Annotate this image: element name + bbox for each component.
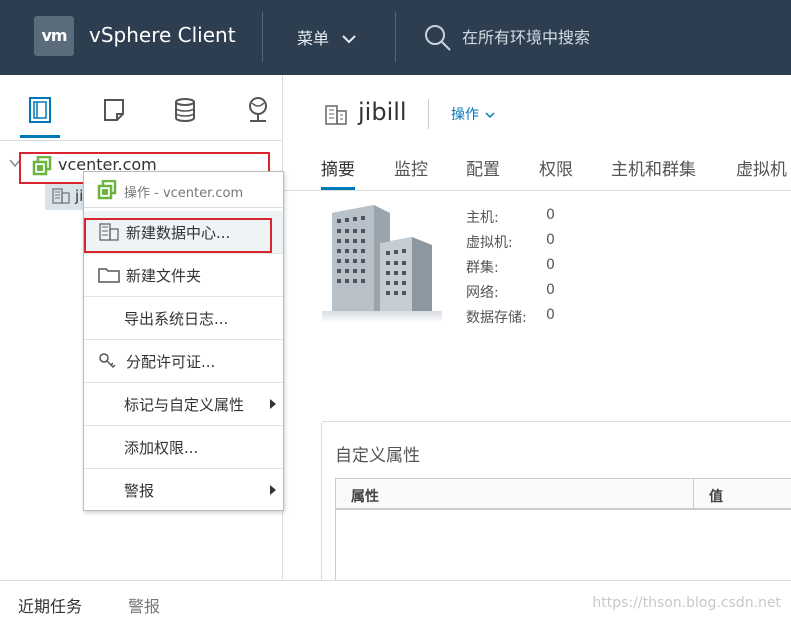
vm-logo[interactable]: vm (34, 16, 74, 56)
stat-label: 数据存储: (466, 310, 527, 326)
stat-label: 虚拟机: (466, 235, 513, 251)
app-title[interactable]: vSphere Client (89, 23, 236, 47)
context-menu-header: 操作 - vcenter.com (84, 172, 283, 208)
stat-label: 主机: (466, 210, 499, 226)
menu-item-label: 分配许可证... (126, 353, 216, 371)
tab-hosts-clusters[interactable]: 主机和群集 (611, 155, 696, 180)
search-icon (425, 25, 451, 51)
tab-summary[interactable]: 摘要 (321, 155, 355, 190)
stat-value: 0 (546, 282, 555, 298)
tree-item-datacenter[interactable]: ji (45, 182, 85, 210)
menu-item-tags-attributes[interactable]: 标记与自定义属性 (84, 383, 283, 426)
networking-icon[interactable] (243, 95, 273, 125)
menu-item-assign-license[interactable]: 分配许可证... (84, 340, 283, 383)
submenu-arrow-icon (270, 399, 276, 409)
stat-label: 网络: (466, 285, 499, 301)
column-divider[interactable] (693, 479, 694, 509)
menu-item-label: 标记与自定义属性 (124, 396, 245, 414)
menu-item-label: 导出系统日志... (124, 310, 229, 328)
menu-button[interactable]: 菜单 (297, 25, 356, 49)
search-input[interactable] (462, 25, 782, 49)
stat-value: 0 (546, 257, 555, 273)
tab-recent-tasks[interactable]: 近期任务 (18, 593, 82, 617)
license-icon (99, 353, 116, 369)
menu-item-alarms[interactable]: 警报 (84, 469, 283, 512)
menu-item-label: 添加权限... (124, 439, 199, 457)
object-tabs: 摘要 监控 配置 权限 主机和群集 虚拟机 (284, 151, 791, 191)
vcenter-icon (97, 180, 117, 200)
tab-monitor[interactable]: 监控 (394, 155, 428, 180)
datacenter-icon (325, 105, 347, 125)
column-header-value[interactable]: 值 (709, 486, 723, 506)
submenu-arrow-icon (270, 485, 276, 495)
header-divider (395, 12, 396, 62)
custom-attributes-card: 自定义属性 属性 值 (321, 421, 791, 592)
menu-item-export-logs[interactable]: 导出系统日志... (84, 297, 283, 340)
tab-permissions[interactable]: 权限 (539, 155, 573, 180)
menu-label: 菜单 (297, 29, 330, 48)
tab-vms[interactable]: 虚拟机 (736, 155, 787, 180)
stat-value: 0 (546, 207, 555, 223)
folder-icon (98, 268, 120, 283)
attributes-grid-header: 属性 值 (335, 478, 791, 510)
top-header: vm vSphere Client 菜单 (0, 0, 791, 75)
stat-value: 0 (546, 232, 555, 248)
stat-label: 群集: (466, 260, 499, 276)
datacenter-illustration (322, 205, 442, 323)
header-divider (262, 12, 263, 62)
hosts-and-clusters-icon[interactable] (20, 95, 60, 138)
datacenter-icon (52, 188, 70, 204)
tab-configure[interactable]: 配置 (466, 155, 500, 180)
vms-and-templates-icon[interactable] (99, 95, 129, 125)
card-title: 自定义属性 (335, 446, 420, 466)
storage-icon[interactable] (170, 95, 200, 125)
navigator-tabs (0, 75, 283, 141)
menu-item-new-folder[interactable]: 新建文件夹 (84, 254, 283, 297)
menu-item-add-permission[interactable]: 添加权限... (84, 426, 283, 469)
highlight-box (84, 218, 272, 253)
actions-label: 操作 (451, 107, 479, 123)
chevron-down-icon (342, 29, 356, 48)
bottom-bar: 近期任务 警报 https://thson.blog.csdn.net (0, 580, 791, 620)
menu-item-label: 新建文件夹 (126, 267, 202, 285)
context-menu-title: 操作 - vcenter.com (124, 186, 244, 201)
main-content: jibill 操作 摘要 监控 配置 权限 主机和群集 虚拟机 主机: 0 虚拟… (284, 75, 791, 592)
chevron-down-icon (485, 112, 495, 119)
title-divider (428, 99, 429, 129)
tab-alarms[interactable]: 警报 (128, 593, 160, 617)
actions-button[interactable]: 操作 (451, 104, 495, 124)
watermark: https://thson.blog.csdn.net (592, 595, 781, 611)
menu-item-label: 警报 (124, 482, 155, 500)
stat-value: 0 (546, 307, 555, 323)
object-title: jibill (358, 98, 407, 126)
column-header-attribute[interactable]: 属性 (351, 486, 379, 506)
